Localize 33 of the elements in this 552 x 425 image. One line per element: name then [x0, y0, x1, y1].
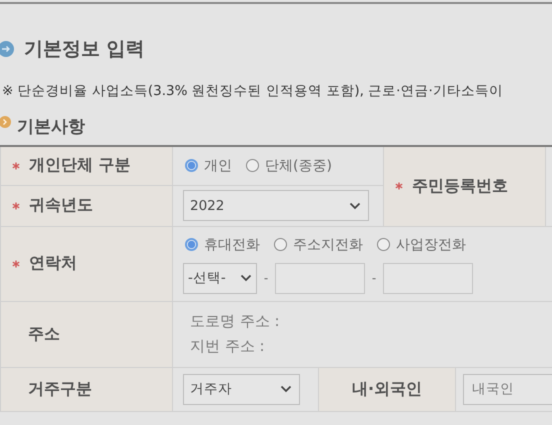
address-label: 지번 주소 :: [190, 337, 266, 356]
chevron-down-icon: [240, 274, 252, 282]
radio-label[interactable]: 단체(종중): [265, 156, 332, 175]
radio-button[interactable]: [274, 238, 287, 251]
page-title: 기본정보 입력: [24, 37, 145, 62]
field-label: 주소: [28, 324, 60, 344]
notice-text: ※ 단순경비율 사업소득(3.3% 원천징수된 인적용역 포함), 근로·연금·기타소득이: [1, 82, 503, 100]
chevron-down-icon: [280, 385, 292, 393]
field-label: 주민등록번호: [412, 176, 508, 197]
radio-label[interactable]: 휴대전화: [204, 236, 260, 254]
radio-button[interactable]: [246, 159, 259, 172]
radio-label[interactable]: 사업장전화: [396, 236, 466, 254]
phone-number-field[interactable]: [275, 262, 365, 294]
field-label: 내·외국인: [352, 378, 422, 400]
section-title: 기본사항: [17, 116, 85, 138]
radio-label[interactable]: 주소지전화: [293, 236, 363, 254]
phone-number-field[interactable]: [383, 262, 473, 294]
radio-button[interactable]: [377, 238, 390, 251]
field-label: 귀속년도: [29, 195, 93, 216]
nationality-field[interactable]: 내국인: [463, 374, 552, 404]
chevron-down-icon: [349, 202, 361, 210]
residency-dropdown[interactable]: 거주자: [183, 374, 300, 404]
address-label: 도로명 주소 :: [190, 312, 281, 331]
radio-label[interactable]: 개인: [204, 156, 232, 175]
year-dropdown[interactable]: 2022: [183, 190, 369, 221]
dash-separator: -: [262, 271, 270, 285]
field-label: 개인단체 구분: [29, 155, 131, 176]
field-label: 연락처: [29, 253, 77, 274]
radio-button[interactable]: [185, 159, 198, 172]
area-code-dropdown[interactable]: -선택-: [183, 262, 257, 294]
dash-separator: -: [370, 271, 378, 285]
field-label: 거주구분: [28, 378, 92, 400]
radio-button[interactable]: [185, 238, 198, 251]
